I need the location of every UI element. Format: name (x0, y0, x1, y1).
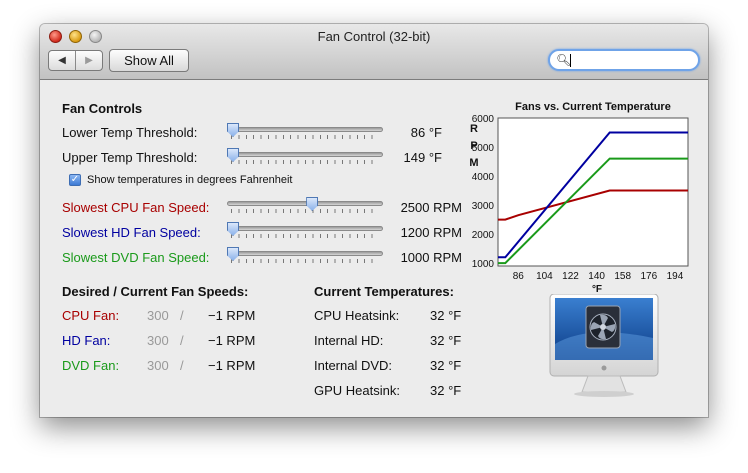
dvd-fan-label: DVD Fan: (62, 358, 120, 373)
cpu-speed-label: Slowest CPU Fan Speed: (62, 200, 210, 215)
lower-threshold-value: 86 °F (410, 125, 442, 140)
fans-vs-temperature-chart: Fans vs. Current TemperatureRPM100020003… (469, 101, 689, 295)
hd-speed-value: 1200 RPM (400, 225, 462, 240)
fan-speeds-heading: Desired / Current Fan Speeds: (62, 284, 249, 299)
dvd-speed-label: Slowest DVD Fan Speed: (62, 250, 210, 265)
chart-title: Fans vs. Current Temperature (515, 101, 671, 113)
slider-ticks (231, 135, 379, 139)
fan-controls-heading: Fan Controls (62, 101, 143, 116)
cpu-fan-label: CPU Fan: (62, 308, 120, 323)
window-title: Fan Control (32-bit) (317, 29, 431, 44)
x-tick-label: 104 (536, 271, 553, 282)
fahrenheit-checkbox-label[interactable]: Show temperatures in degrees Fahrenheit (87, 174, 292, 186)
y-tick-label: 5000 (472, 143, 495, 154)
fahrenheit-checkbox[interactable]: ✓ (69, 174, 81, 186)
x-tick-label: 86 (513, 271, 525, 282)
upper-threshold-label: Upper Temp Threshold: (62, 150, 198, 165)
hd-fan-label: HD Fan: (62, 333, 111, 348)
hd-fan-desired: 300 (147, 333, 169, 348)
magnifier-icon: 🔍︎ (556, 53, 572, 67)
y-tick-label: 1000 (472, 259, 495, 270)
cpu-fan-current: −1 RPM (208, 308, 256, 323)
x-tick-label: 158 (614, 271, 631, 282)
slider-ticks (231, 259, 379, 263)
slider-track (227, 127, 383, 132)
temperatures-heading: Current Temperatures: (314, 284, 454, 299)
lower-threshold-label: Lower Temp Threshold: (62, 125, 198, 140)
slider-track (227, 251, 383, 256)
cpu-heatsink-value: 32 °F (430, 308, 462, 323)
internal-dvd-label: Internal DVD: (314, 358, 393, 373)
slider-track (227, 226, 383, 231)
search-input[interactable]: 🔍︎ (548, 49, 700, 71)
title-bar: Fan Control (32-bit) ◀ ▶ Show All 🔍︎ (40, 24, 708, 80)
dvd-fan-desired: 300 (147, 358, 169, 373)
x-tick-label: 140 (588, 271, 605, 282)
cpu-speed-slider[interactable] (227, 197, 383, 215)
hd-speed-label: Slowest HD Fan Speed: (62, 225, 201, 240)
upper-threshold-slider[interactable] (227, 148, 383, 166)
slider-ticks (231, 209, 379, 213)
cpu-fan-separator: / (180, 308, 184, 323)
imac-fan-icon (549, 294, 659, 397)
text-caret (570, 54, 571, 67)
dvd-speed-value: 1000 RPM (400, 250, 462, 265)
back-forward-control: ◀ ▶ (48, 50, 103, 71)
slider-track (227, 201, 383, 206)
gpu-heatsink-label: GPU Heatsink: (314, 383, 400, 398)
y-tick-label: 3000 (472, 201, 495, 212)
y-axis-label: M (469, 157, 478, 169)
plot-area (497, 117, 689, 267)
dvd-fan-current: −1 RPM (208, 358, 256, 373)
gpu-heatsink-value: 32 °F (430, 383, 462, 398)
fan-control-window: Fan Control (32-bit) ◀ ▶ Show All 🔍︎ Fan… (40, 24, 708, 417)
x-tick-label: 122 (562, 271, 579, 282)
y-tick-label: 6000 (472, 114, 495, 125)
x-tick-label: 194 (667, 271, 684, 282)
internal-hd-label: Internal HD: (314, 333, 384, 348)
slider-track (227, 152, 383, 157)
slider-ticks (231, 234, 379, 238)
cpu-speed-value: 2500 RPM (400, 200, 462, 215)
upper-threshold-value: 149 °F (403, 150, 442, 165)
y-tick-label: 2000 (472, 230, 495, 241)
cpu-heatsink-label: CPU Heatsink: (314, 308, 400, 323)
slider-ticks (231, 160, 379, 164)
show-all-button[interactable]: Show All (109, 49, 189, 72)
y-tick-label: 4000 (472, 172, 495, 183)
lower-threshold-slider[interactable] (227, 123, 383, 141)
forward-button[interactable]: ▶ (75, 51, 102, 70)
dvd-fan-separator: / (180, 358, 184, 373)
internal-dvd-value: 32 °F (430, 358, 462, 373)
dvd-speed-slider[interactable] (227, 247, 383, 265)
cpu-fan-desired: 300 (147, 308, 169, 323)
back-button[interactable]: ◀ (49, 51, 75, 70)
x-tick-label: 176 (640, 271, 657, 282)
internal-hd-value: 32 °F (430, 333, 462, 348)
hd-fan-current: −1 RPM (208, 333, 256, 348)
hd-speed-slider[interactable] (227, 222, 383, 240)
hd-fan-separator: / (180, 333, 184, 348)
